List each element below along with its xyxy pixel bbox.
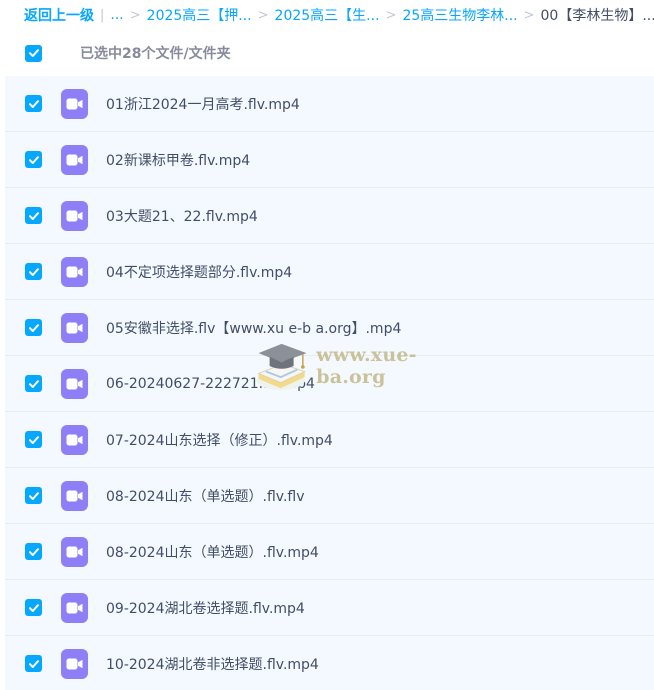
file-checkbox[interactable]: [25, 95, 42, 112]
file-name[interactable]: 05安徽非选择.flv【www.xu e-b a.org】.mp4: [106, 318, 401, 338]
checkmark-icon: [28, 323, 39, 332]
checkmark-icon: [28, 435, 39, 444]
file-row[interactable]: 10-2024湖北卷非选择题.flv.mp4: [5, 636, 654, 690]
file-row[interactable]: 06-20240627-222721.flv.mp4: [5, 356, 654, 412]
breadcrumb: 返回上一级 | ... > 2025高三【押... > 2025高三【生... …: [0, 0, 654, 30]
video-file-icon: [61, 424, 88, 455]
file-name[interactable]: 08-2024山东（单选题）.flv.mp4: [106, 542, 319, 562]
video-file-icon: [61, 368, 88, 399]
file-checkbox[interactable]: [25, 655, 42, 672]
video-file-icon: [61, 480, 88, 511]
checkmark-icon: [28, 659, 39, 668]
select-all-checkbox[interactable]: [25, 44, 42, 62]
checkmark-icon: [28, 547, 39, 556]
file-name[interactable]: 10-2024湖北卷非选择题.flv.mp4: [106, 654, 319, 674]
breadcrumb-separator: >: [129, 7, 141, 23]
checkmark-icon: [28, 211, 39, 220]
file-row[interactable]: 02新课标甲卷.flv.mp4: [5, 132, 654, 188]
checkmark-icon: [28, 49, 39, 57]
file-row[interactable]: 01浙江2024一月高考.flv.mp4: [5, 76, 654, 132]
file-name[interactable]: 07-2024山东选择（修正）.flv.mp4: [106, 430, 333, 450]
file-name[interactable]: 09-2024湖北卷选择题.flv.mp4: [106, 598, 305, 618]
breadcrumb-item[interactable]: 2025高三【押...: [147, 5, 252, 25]
file-checkbox[interactable]: [25, 599, 42, 616]
video-file-icon: [61, 144, 88, 175]
file-name[interactable]: 01浙江2024一月高考.flv.mp4: [106, 94, 300, 114]
file-checkbox[interactable]: [25, 487, 42, 504]
breadcrumb-current: 00【李林生物】...: [540, 8, 654, 24]
file-name[interactable]: 04不定项选择题部分.flv.mp4: [106, 262, 292, 282]
file-name[interactable]: 02新课标甲卷.flv.mp4: [106, 150, 250, 170]
video-file-icon: [61, 256, 88, 287]
file-row[interactable]: 08-2024山东（单选题）.flv.flv: [5, 468, 654, 524]
file-checkbox[interactable]: [25, 263, 42, 280]
file-name[interactable]: 08-2024山东（单选题）.flv.flv: [106, 486, 305, 506]
selection-bar: 已选中28个文件/文件夹: [0, 30, 654, 76]
file-checkbox[interactable]: [25, 319, 42, 336]
file-row[interactable]: 08-2024山东（单选题）.flv.mp4: [5, 524, 654, 580]
breadcrumb-divider: |: [100, 7, 105, 23]
breadcrumb-separator: >: [385, 7, 397, 23]
file-name[interactable]: 03大题21、22.flv.mp4: [106, 206, 258, 226]
breadcrumb-ellipsis[interactable]: ...: [110, 7, 123, 23]
checkmark-icon: [28, 99, 39, 108]
checkmark-icon: [28, 491, 39, 500]
file-checkbox[interactable]: [25, 151, 42, 168]
checkmark-icon: [28, 603, 39, 612]
checkmark-icon: [28, 379, 39, 388]
file-row[interactable]: 05安徽非选择.flv【www.xu e-b a.org】.mp4: [5, 300, 654, 356]
breadcrumb-separator: >: [257, 7, 269, 23]
file-name[interactable]: 06-20240627-222721.flv.mp4: [106, 376, 315, 392]
video-file-icon: [61, 592, 88, 623]
file-row[interactable]: 07-2024山东选择（修正）.flv.mp4: [5, 412, 654, 468]
video-file-icon: [61, 88, 88, 119]
file-row[interactable]: 03大题21、22.flv.mp4: [5, 188, 654, 244]
breadcrumb-item[interactable]: 2025高三【生...: [275, 5, 380, 25]
file-row[interactable]: 04不定项选择题部分.flv.mp4: [5, 244, 654, 300]
file-checkbox[interactable]: [25, 431, 42, 448]
checkmark-icon: [28, 267, 39, 276]
selection-count: 已选中28个文件/文件夹: [80, 46, 231, 62]
breadcrumb-separator: >: [523, 7, 535, 23]
video-file-icon: [61, 200, 88, 231]
video-file-icon: [61, 536, 88, 567]
breadcrumb-item[interactable]: 25高三生物李林...: [402, 5, 517, 25]
file-checkbox[interactable]: [25, 375, 42, 392]
file-checkbox[interactable]: [25, 543, 42, 560]
video-file-icon: [61, 312, 88, 343]
file-list: 01浙江2024一月高考.flv.mp4 02新课标甲卷.flv.mp4 03大题2…: [5, 76, 654, 690]
file-row[interactable]: 09-2024湖北卷选择题.flv.mp4: [5, 580, 654, 636]
back-link[interactable]: 返回上一级: [24, 5, 94, 25]
video-file-icon: [61, 648, 88, 679]
checkmark-icon: [28, 155, 39, 164]
file-checkbox[interactable]: [25, 207, 42, 224]
